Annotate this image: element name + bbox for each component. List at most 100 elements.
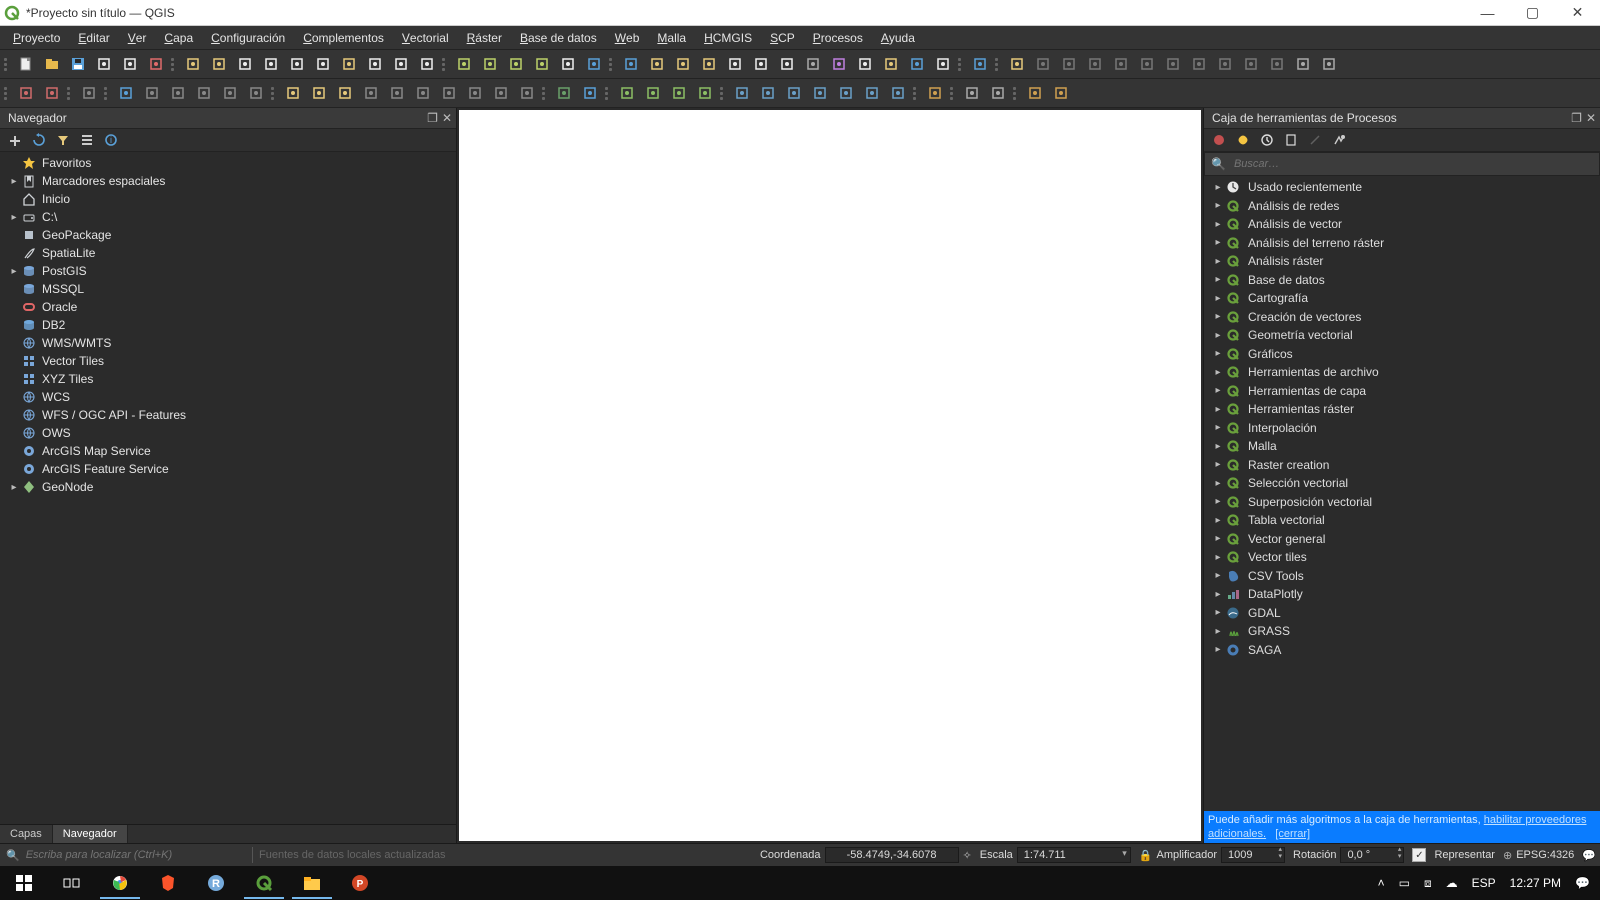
processing-category-raster-creation[interactable]: ▸Raster creation xyxy=(1206,456,1598,475)
move-label-icon[interactable] xyxy=(462,81,488,105)
add-wcs-icon[interactable] xyxy=(781,81,807,105)
window-close-button[interactable]: ✕ xyxy=(1555,0,1600,25)
labels-rule-icon[interactable] xyxy=(306,81,332,105)
tab-browser[interactable]: Navegador xyxy=(53,825,128,843)
change-label-icon[interactable] xyxy=(514,81,540,105)
auto-placement-icon[interactable] xyxy=(358,81,384,105)
add-line-icon[interactable] xyxy=(640,81,666,105)
processing-category-interpolaci-n[interactable]: ▸Interpolación xyxy=(1206,419,1598,438)
browser-item-wms-wmts[interactable]: WMS/WMTS xyxy=(4,334,454,352)
zoom-selection-icon[interactable] xyxy=(336,52,362,76)
start-button[interactable] xyxy=(0,866,48,900)
processing-category-creaci-n-de-vectores[interactable]: ▸Creación de vectores xyxy=(1206,308,1598,327)
pan-selection-icon[interactable] xyxy=(206,52,232,76)
expand-arrow-icon[interactable]: ▸ xyxy=(1212,644,1224,655)
qscp-icon[interactable] xyxy=(39,81,65,105)
processing-category-gdal[interactable]: ▸GDAL xyxy=(1206,604,1598,623)
pin-labels-icon[interactable] xyxy=(410,81,436,105)
processing-category-an-lisis-de-vector[interactable]: ▸Análisis de vector xyxy=(1206,215,1598,234)
field-calculator-icon[interactable] xyxy=(774,52,800,76)
refresh-icon[interactable] xyxy=(581,52,607,76)
tray-display-icon[interactable]: ▭ xyxy=(1399,876,1410,890)
processing-category-geometr-a-vectorial[interactable]: ▸Geometría vectorial xyxy=(1206,326,1598,345)
python-console-icon[interactable] xyxy=(577,81,603,105)
zoom-full-icon[interactable] xyxy=(310,52,336,76)
expand-arrow-icon[interactable]: ▸ xyxy=(1212,182,1224,193)
expand-arrow-icon[interactable]: ▸ xyxy=(1212,274,1224,285)
delete-selected-icon[interactable] xyxy=(1186,52,1212,76)
expand-arrow-icon[interactable]: ▸ xyxy=(1212,478,1224,489)
temporal-icon[interactable] xyxy=(555,52,581,76)
taskbar-app-powerpoint[interactable]: P xyxy=(336,866,384,900)
expand-arrow-icon[interactable]: ▸ xyxy=(8,176,20,187)
options-icon[interactable] xyxy=(1328,130,1350,150)
render-checkbox[interactable]: ✓ xyxy=(1412,848,1426,862)
browser-item-arcgis-feature-service[interactable]: ArcGIS Feature Service xyxy=(4,460,454,478)
deselect-icon[interactable] xyxy=(722,52,748,76)
zoom-next-icon[interactable] xyxy=(414,52,440,76)
new-memory-icon[interactable] xyxy=(217,81,243,105)
browser-item-geonode[interactable]: ▸GeoNode xyxy=(4,478,454,496)
crs-icon[interactable]: ⊕ xyxy=(1503,849,1512,862)
show-editor-icon[interactable] xyxy=(13,81,39,105)
taskbar-app-rstudio[interactable]: R xyxy=(192,866,240,900)
new-spatialite-icon[interactable] xyxy=(191,81,217,105)
expand-arrow-icon[interactable]: ▸ xyxy=(8,266,20,277)
processing-category-superposici-n-vectorial[interactable]: ▸Superposición vectorial xyxy=(1206,493,1598,512)
processing-category-an-lisis-del-terreno-r-ster[interactable]: ▸Análisis del terreno ráster xyxy=(1206,234,1598,253)
expand-arrow-icon[interactable]: ▸ xyxy=(1212,459,1224,470)
browser-item-xyz-tiles[interactable]: XYZ Tiles xyxy=(4,370,454,388)
toggle-editing-icon[interactable] xyxy=(1004,52,1030,76)
menu-ver[interactable]: Ver xyxy=(119,26,156,49)
browser-item-spatialite[interactable]: SpatiaLite xyxy=(4,244,454,262)
processing-category-an-lisis-r-ster[interactable]: ▸Análisis ráster xyxy=(1206,252,1598,271)
menu-vectorial[interactable]: Vectorial xyxy=(393,26,458,49)
tab-layers[interactable]: Capas xyxy=(0,825,53,843)
panel-close-button[interactable]: ✕ xyxy=(1586,111,1596,125)
menu-procesos[interactable]: Procesos xyxy=(804,26,872,49)
expand-arrow-icon[interactable]: ▸ xyxy=(1212,404,1224,415)
browser-item-marcadores-espaciales[interactable]: ▸Marcadores espaciales xyxy=(4,172,454,190)
processing-category-base-de-datos[interactable]: ▸Base de datos xyxy=(1206,271,1598,290)
browser-item-db2[interactable]: DB2 xyxy=(4,316,454,334)
processing-tree[interactable]: ▸Usado recientemente▸Análisis de redes▸A… xyxy=(1204,176,1600,811)
text-annotation-icon[interactable] xyxy=(930,52,956,76)
add-wms-icon[interactable] xyxy=(729,81,755,105)
processing-search[interactable]: 🔍 xyxy=(1204,152,1600,176)
expand-arrow-icon[interactable]: ▸ xyxy=(1212,330,1224,341)
zoom-out-icon[interactable] xyxy=(258,52,284,76)
expand-arrow-icon[interactable]: ▸ xyxy=(1212,422,1224,433)
select-features-icon[interactable] xyxy=(670,52,696,76)
bookmarks-icon[interactable] xyxy=(529,52,555,76)
processing-search-input[interactable] xyxy=(1232,157,1593,171)
expand-arrow-icon[interactable]: ▸ xyxy=(1212,589,1224,600)
georef-icon[interactable] xyxy=(922,81,948,105)
expand-arrow-icon[interactable]: ▸ xyxy=(1212,626,1224,637)
filter-browser-icon[interactable] xyxy=(52,130,74,150)
menu-capa[interactable]: Capa xyxy=(155,26,202,49)
actions-icon[interactable] xyxy=(644,52,670,76)
processing-category-cartograf-a[interactable]: ▸Cartografía xyxy=(1206,289,1598,308)
panel-float-button[interactable]: ❐ xyxy=(1571,111,1582,125)
pan-icon[interactable] xyxy=(180,52,206,76)
new-virtual-icon[interactable] xyxy=(243,81,269,105)
help-icon[interactable] xyxy=(967,52,993,76)
processing-category-dataplotly[interactable]: ▸DataPlotly xyxy=(1206,585,1598,604)
zoom-native-icon[interactable] xyxy=(284,52,310,76)
show-hide-labels-icon[interactable] xyxy=(436,81,462,105)
move-feature-icon[interactable] xyxy=(1108,52,1134,76)
lock-scale-icon[interactable]: 🔒 xyxy=(1139,849,1153,862)
browser-item-favoritos[interactable]: Favoritos xyxy=(4,154,454,172)
add-vtiles-icon[interactable] xyxy=(833,81,859,105)
new-layout-icon[interactable] xyxy=(91,52,117,76)
redo-icon[interactable] xyxy=(1316,52,1342,76)
identify-icon[interactable] xyxy=(618,52,644,76)
results-icon[interactable] xyxy=(1280,130,1302,150)
add-rect-icon[interactable] xyxy=(692,81,718,105)
browser-item-ows[interactable]: OWS xyxy=(4,424,454,442)
refresh-browser-icon[interactable] xyxy=(28,130,50,150)
save-edits-icon[interactable] xyxy=(1030,52,1056,76)
add-wfs-icon[interactable] xyxy=(755,81,781,105)
new-project-icon[interactable] xyxy=(13,52,39,76)
select-value-icon[interactable] xyxy=(696,52,722,76)
